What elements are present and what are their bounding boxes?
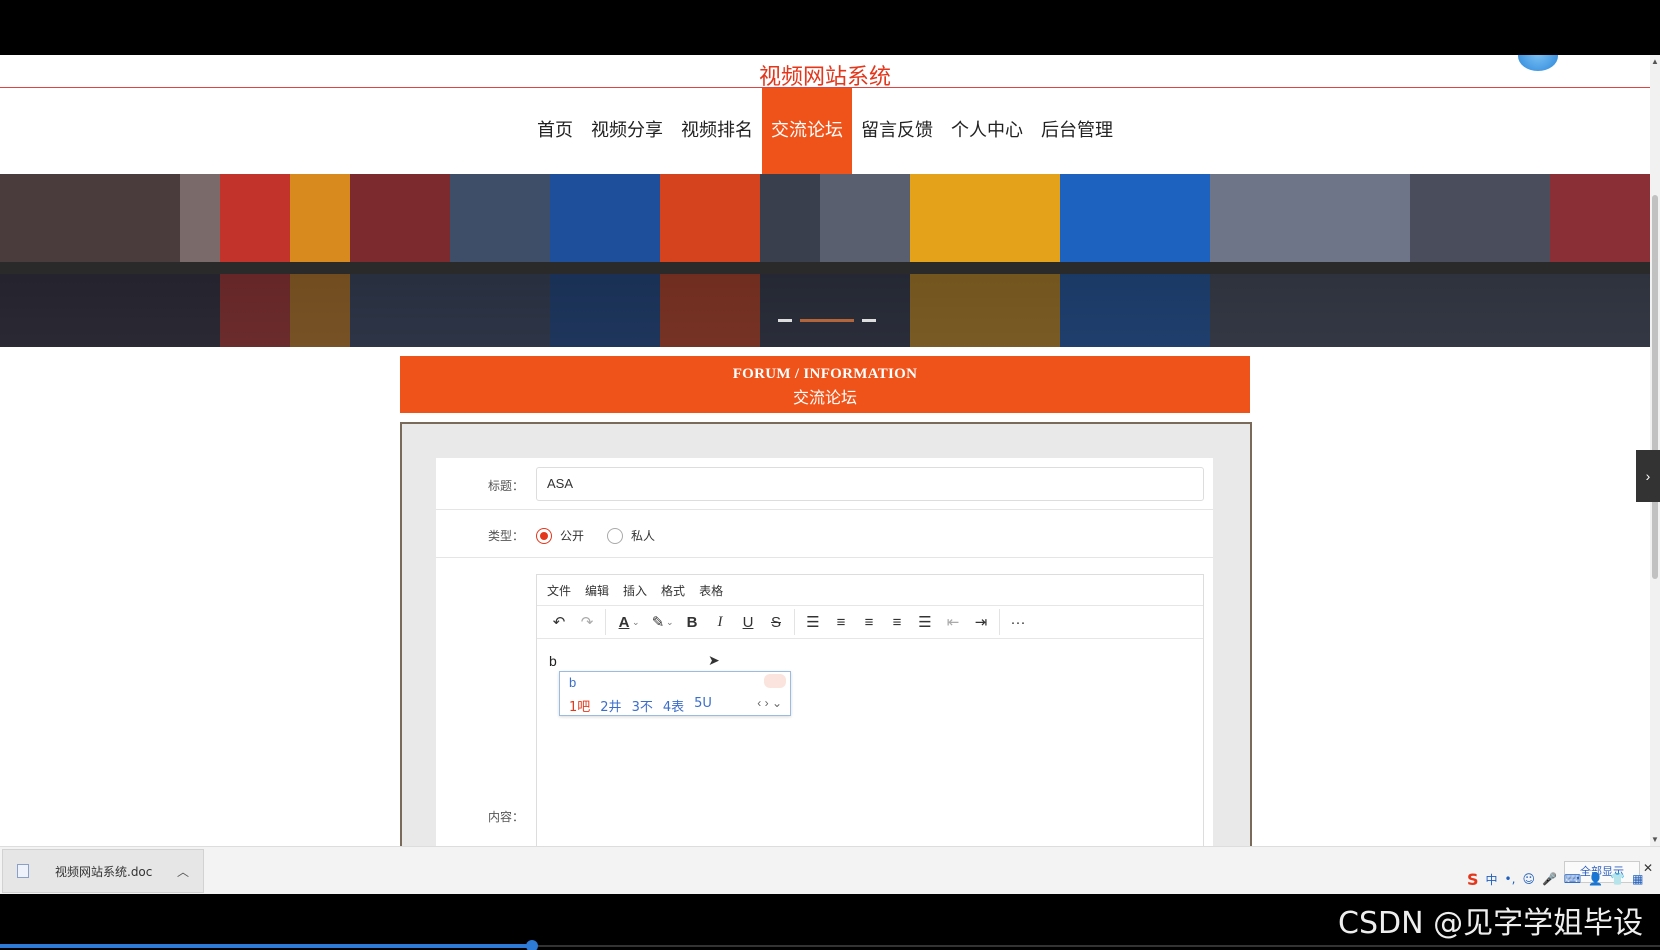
browser-viewport: 视频网站系统 首页 视频分享 视频排名 交流论坛 留言反馈 个人中心 后台管理 <box>0 55 1660 846</box>
editor-toolbar: ↶ ↷ A ⌄ ✎ ⌄ B I U S ☰ ≡ ≡ ≡ ☰ ⇤ ⇥ ··· <box>537 605 1203 639</box>
editor-content-area[interactable]: b ➤ b 1吧 2井 3不 4表 5U ‹ › ⌄ <box>537 639 1203 846</box>
nav-item-personal-center[interactable]: 个人中心 <box>942 88 1032 174</box>
sogou-logo-icon[interactable]: S <box>1467 870 1479 889</box>
radio-unchecked-icon[interactable] <box>607 527 623 544</box>
nav-item-home[interactable]: 首页 <box>528 88 582 174</box>
italic-icon[interactable]: I <box>706 608 734 636</box>
doc-file-icon <box>17 864 29 878</box>
rich-text-editor[interactable]: 文件 编辑 插入 格式 表格 ↶ ↷ A ⌄ ✎ ⌄ B I U S ☰ ≡ ≡… <box>536 574 1204 846</box>
more-icon[interactable]: ··· <box>1004 608 1032 636</box>
ime-mode[interactable]: 中 <box>1486 871 1498 888</box>
title-row: 标题： ASA <box>436 458 1213 510</box>
title-label: 标题： <box>487 479 524 493</box>
editor-typed-text: b <box>549 653 557 669</box>
scroll-down-icon[interactable]: ▼ <box>1651 835 1659 844</box>
mouse-cursor-icon: ➤ <box>708 652 720 668</box>
ime-candidate[interactable]: 1吧 <box>569 696 590 715</box>
nav-item-video-ranking[interactable]: 视频排名 <box>672 88 762 174</box>
user-icon[interactable]: 👤 <box>1588 872 1603 886</box>
editor-menubar: 文件 编辑 插入 格式 表格 <box>537 575 1203 605</box>
avatar[interactable] <box>1518 55 1558 71</box>
menu-edit[interactable]: 编辑 <box>585 582 609 599</box>
side-expand-button[interactable]: › <box>1636 450 1660 502</box>
indent-icon[interactable]: ⇥ <box>967 608 995 636</box>
menu-file[interactable]: 文件 <box>547 582 571 599</box>
section-heading: FORUM / INFORMATION 交流论坛 <box>400 356 1250 413</box>
title-input[interactable]: ASA <box>536 467 1204 501</box>
chevron-down-icon[interactable]: ⌄ <box>632 617 644 628</box>
ime-candidate[interactable]: 3不 <box>632 696 653 715</box>
menu-table[interactable]: 表格 <box>699 582 723 599</box>
ime-candidate[interactable]: 2井 <box>600 696 621 715</box>
chevron-up-icon[interactable]: ︿ <box>177 863 189 880</box>
ime-code: b <box>569 675 577 690</box>
site-header: 视频网站系统 <box>0 55 1650 90</box>
undo-icon[interactable]: ↶ <box>545 608 573 636</box>
watermark-text: CSDN @见字学姐毕设 <box>1338 906 1644 941</box>
strikethrough-icon[interactable]: S <box>762 608 790 636</box>
skin-icon[interactable]: 👕 <box>1610 872 1625 886</box>
type-label: 类型： <box>487 529 524 543</box>
menu-format[interactable]: 格式 <box>661 582 685 599</box>
screen: 视频网站系统 首页 视频分享 视频排名 交流论坛 留言反馈 个人中心 后台管理 <box>0 0 1660 950</box>
emoji-icon[interactable]: ☺ <box>1522 872 1535 886</box>
align-justify-icon[interactable]: ☰ <box>911 608 939 636</box>
scroll-up-icon[interactable]: ▲ <box>1651 57 1659 66</box>
nav-item-admin[interactable]: 后台管理 <box>1032 88 1122 174</box>
carousel-indicators[interactable] <box>778 319 876 322</box>
bold-icon[interactable]: B <box>678 608 706 636</box>
carousel-dot[interactable] <box>778 319 792 322</box>
carousel-dot[interactable] <box>800 319 854 322</box>
chevron-down-icon[interactable]: ⌄ <box>666 617 678 628</box>
grid-icon[interactable]: ▦ <box>1632 872 1643 886</box>
ime-candidate[interactable]: 4表 <box>663 696 684 715</box>
video-progress-handle[interactable] <box>526 940 538 950</box>
line-height-icon[interactable]: ☰ <box>799 608 827 636</box>
site-title: 视频网站系统 <box>758 65 891 90</box>
ime-candidate[interactable]: 5U <box>694 696 712 715</box>
video-progress-fill[interactable] <box>0 944 534 948</box>
section-title-en: FORUM / INFORMATION <box>732 366 918 382</box>
punctuation-icon[interactable]: •, <box>1505 872 1516 886</box>
content-label: 内容： <box>487 810 524 824</box>
keyboard-icon[interactable]: ⌨ <box>1564 872 1581 886</box>
radio-checked-icon[interactable] <box>536 527 552 544</box>
forum-post-form: 标题： ASA 类型： 公开 私人 内容： 文件 编辑 插入 格式 表格 ↶ ↷… <box>400 422 1252 846</box>
ime-toolbar: S 中 •, ☺ 🎤 ⌨ 👤 👕 ▦ <box>1467 868 1644 890</box>
nav-item-video-share[interactable]: 视频分享 <box>582 88 672 174</box>
section-title-zh: 交流论坛 <box>792 388 857 407</box>
redo-icon[interactable]: ↷ <box>573 608 601 636</box>
download-file-name: 视频网站系统.doc <box>55 864 153 879</box>
type-radio-private[interactable]: 私人 <box>607 527 655 544</box>
type-radio-public[interactable]: 公开 <box>536 527 584 544</box>
microphone-icon[interactable]: 🎤 <box>1542 872 1557 886</box>
video-progress-track[interactable] <box>534 945 1660 947</box>
type-row: 类型： 公开 私人 <box>436 510 1213 558</box>
menu-insert[interactable]: 插入 <box>623 582 647 599</box>
nav-item-feedback[interactable]: 留言反馈 <box>852 88 942 174</box>
align-center-icon[interactable]: ≡ <box>855 608 883 636</box>
ime-logo-icon <box>764 674 786 688</box>
scroll-thumb[interactable] <box>1652 195 1658 579</box>
carousel-dot[interactable] <box>862 319 876 322</box>
download-item[interactable]: 视频网站系统.doc ︿ <box>2 849 204 893</box>
align-right-icon[interactable]: ≡ <box>883 608 911 636</box>
close-icon[interactable]: ✕ <box>1643 861 1653 875</box>
download-bar: 视频网站系统.doc ︿ 全部显示 ✕ <box>0 846 1660 894</box>
banner-carousel[interactable] <box>0 174 1650 347</box>
ime-page-arrows-icon[interactable]: ‹ › ⌄ <box>757 696 782 710</box>
main-nav: 首页 视频分享 视频排名 交流论坛 留言反馈 个人中心 后台管理 <box>0 88 1650 174</box>
ime-candidate-popup[interactable]: b 1吧 2井 3不 4表 5U ‹ › ⌄ <box>559 671 791 716</box>
nav-item-forum[interactable]: 交流论坛 <box>762 88 852 174</box>
align-left-icon[interactable]: ≡ <box>827 608 855 636</box>
underline-icon[interactable]: U <box>734 608 762 636</box>
outdent-icon[interactable]: ⇤ <box>939 608 967 636</box>
